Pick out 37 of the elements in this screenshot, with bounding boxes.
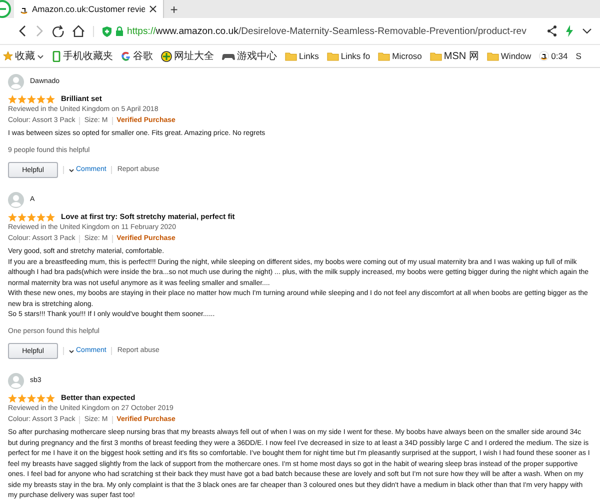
bookmark-item[interactable]: 谷歌 xyxy=(121,49,153,63)
bookmark-item[interactable]: Window xyxy=(486,51,532,61)
bookmark-item[interactable]: Links xyxy=(285,51,319,61)
shield-icon xyxy=(102,26,112,36)
bookmark-item[interactable]: Microso xyxy=(378,51,422,61)
bookmark-item[interactable]: 网址大全 xyxy=(161,49,214,63)
folder-icon xyxy=(486,51,499,61)
browser-logo-icon xyxy=(0,0,14,18)
share-icon[interactable] xyxy=(547,25,557,37)
phone-icon xyxy=(52,50,61,62)
bookmark-item[interactable]: S xyxy=(576,51,582,61)
bookmark-item[interactable]: 收藏 xyxy=(3,49,44,63)
folder-icon xyxy=(378,51,390,61)
bookmark-item[interactable]: 游戏中心 xyxy=(222,49,277,63)
bookmark-item[interactable]: 0:34 xyxy=(539,51,568,61)
folder-icon xyxy=(285,51,297,61)
caret-icon xyxy=(69,168,74,172)
google-icon xyxy=(121,51,131,61)
folder-icon xyxy=(326,51,339,61)
close-icon xyxy=(149,5,157,13)
bookmark-item[interactable]: Links fo xyxy=(326,51,370,61)
avatar-icon xyxy=(8,373,24,389)
avatar-icon xyxy=(8,192,24,208)
star-icon xyxy=(3,51,13,61)
folder-icon xyxy=(430,51,442,61)
bookmark-item[interactable]: 手机收藏夹 xyxy=(52,49,113,63)
avatar-icon xyxy=(8,74,24,90)
lightning-icon[interactable] xyxy=(565,25,574,37)
bookmark-item[interactable]: MSN 网 xyxy=(430,49,479,63)
reload-icon[interactable] xyxy=(52,25,64,37)
gamepad-icon xyxy=(222,51,235,61)
caret-icon xyxy=(37,54,44,58)
caret-icon xyxy=(69,348,74,354)
home-icon[interactable] xyxy=(72,25,85,37)
new-tab-button[interactable]: + xyxy=(164,2,184,16)
lock-icon xyxy=(115,26,124,36)
back-icon[interactable] xyxy=(18,25,27,37)
